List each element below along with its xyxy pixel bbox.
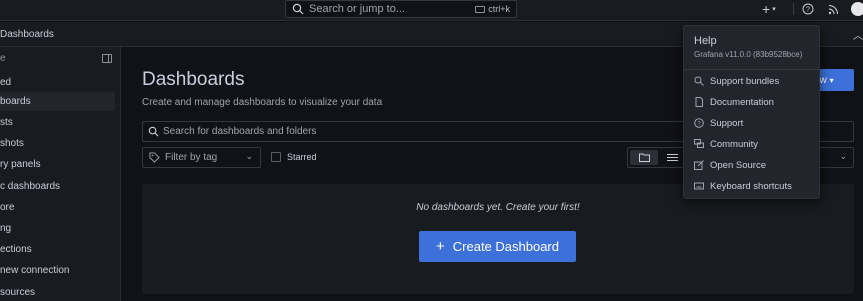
- help-item-community[interactable]: Community: [694, 136, 758, 152]
- sidebar-item[interactable]: ng: [0, 219, 115, 238]
- plus-icon: +: [762, 1, 771, 17]
- global-search-placeholder: Search or jump to...: [309, 3, 405, 15]
- starred-checkbox[interactable]: [271, 152, 281, 162]
- list-icon: [666, 154, 678, 161]
- help-menu: Help Grafana v11.0.0 (83b9528bce) Suppor…: [683, 25, 820, 199]
- tag-filter-label: Filter by tag: [165, 152, 218, 163]
- divider: [793, 3, 794, 15]
- empty-state-message: No dashboards yet. Create your first!: [416, 202, 580, 213]
- help-item-documentation[interactable]: Documentation: [694, 94, 774, 110]
- search-shortcut: ctrl+k: [475, 4, 510, 14]
- global-search[interactable]: Search or jump to... ctrl+k: [285, 0, 517, 18]
- chevron-down-icon: ⌄: [839, 151, 847, 161]
- new-menu-button[interactable]: + ▾: [762, 0, 776, 18]
- folder-icon: [638, 153, 650, 162]
- help-item-label: Documentation: [710, 96, 774, 108]
- version-label: Grafana v11.0.0 (83b9528bce): [694, 50, 803, 59]
- avatar[interactable]: [851, 2, 863, 16]
- empty-state: No dashboards yet. Create your first! + …: [142, 184, 854, 294]
- tag-filter-select[interactable]: Filter by tag ⌄: [142, 147, 261, 168]
- sidebar-item[interactable]: ry panels: [0, 155, 115, 174]
- chevron-down-icon: ▾: [772, 6, 776, 13]
- breadcrumb[interactable]: Dashboards: [0, 29, 54, 40]
- keyboard-icon: [475, 5, 486, 13]
- help-item-label: Support bundles: [710, 75, 780, 87]
- sidebar-item[interactable]: new connection: [0, 261, 115, 280]
- sidebar-item[interactable]: ections: [0, 240, 115, 259]
- tag-icon: [149, 152, 160, 163]
- help-item-support-bundles[interactable]: Support bundles: [694, 73, 779, 89]
- sidebar-home-label[interactable]: e: [0, 53, 6, 64]
- chevron-down-icon: ▾: [829, 76, 834, 85]
- help-item-support[interactable]: ? Support: [694, 115, 743, 131]
- divider: [684, 69, 819, 70]
- help-item-label: Open Source: [710, 159, 766, 171]
- help-item-label: Keyboard shortcuts: [710, 180, 792, 192]
- chevron-down-icon: ⌄: [245, 151, 253, 161]
- rss-icon: [828, 4, 839, 14]
- sidebar-item[interactable]: ore: [0, 198, 115, 217]
- help-item-keyboard-shortcuts[interactable]: Keyboard shortcuts: [694, 178, 792, 194]
- news-button[interactable]: [828, 0, 839, 18]
- list-view-button[interactable]: [658, 150, 686, 165]
- sidebar-item[interactable]: sts: [0, 113, 115, 132]
- keyboard-icon: [694, 182, 704, 190]
- support-bundles-icon: [694, 76, 704, 86]
- svg-text:?: ?: [806, 7, 810, 14]
- starred-filter[interactable]: Starred: [271, 152, 317, 162]
- question-icon: ?: [802, 3, 814, 15]
- dock-menu-icon[interactable]: [102, 54, 112, 63]
- page-subtitle: Create and manage dashboards to visualiz…: [142, 97, 383, 108]
- starred-label: Starred: [287, 152, 317, 162]
- search-icon: [148, 126, 159, 137]
- sidebar-item[interactable]: c dashboards: [0, 177, 115, 196]
- sidebar-item-dashboards[interactable]: boards: [0, 92, 115, 111]
- chevron-up-icon[interactable]: ︿: [853, 27, 863, 42]
- help-menu-title: Help: [694, 35, 717, 47]
- sidebar-item[interactable]: ed: [0, 73, 115, 92]
- plus-icon: +: [436, 238, 445, 255]
- create-dashboard-button[interactable]: + Create Dashboard: [419, 231, 576, 262]
- top-bar: Search or jump to... ctrl+k + ▾ ?: [0, 0, 863, 21]
- view-toggle: [627, 147, 689, 168]
- shortcut-label: ctrl+k: [488, 4, 510, 14]
- sidebar: e ed boards sts shots ry panels c dashbo…: [0, 47, 121, 301]
- help-item-open-source[interactable]: Open Source: [694, 157, 766, 173]
- help-item-label: Support: [710, 117, 744, 129]
- comments-icon: [694, 139, 704, 148]
- search-icon: [292, 3, 304, 15]
- external-link-icon: [694, 160, 704, 170]
- page-title: Dashboards: [142, 69, 245, 90]
- question-icon: ?: [694, 118, 704, 128]
- document-icon: [695, 97, 703, 107]
- sidebar-item[interactable]: sources: [0, 283, 115, 301]
- folder-view-button[interactable]: [630, 150, 658, 165]
- help-item-label: Community: [710, 138, 759, 150]
- create-dashboard-label: Create Dashboard: [452, 239, 559, 254]
- help-button[interactable]: ?: [802, 0, 814, 18]
- sidebar-item[interactable]: shots: [0, 134, 115, 153]
- search-placeholder: Search for dashboards and folders: [163, 126, 317, 137]
